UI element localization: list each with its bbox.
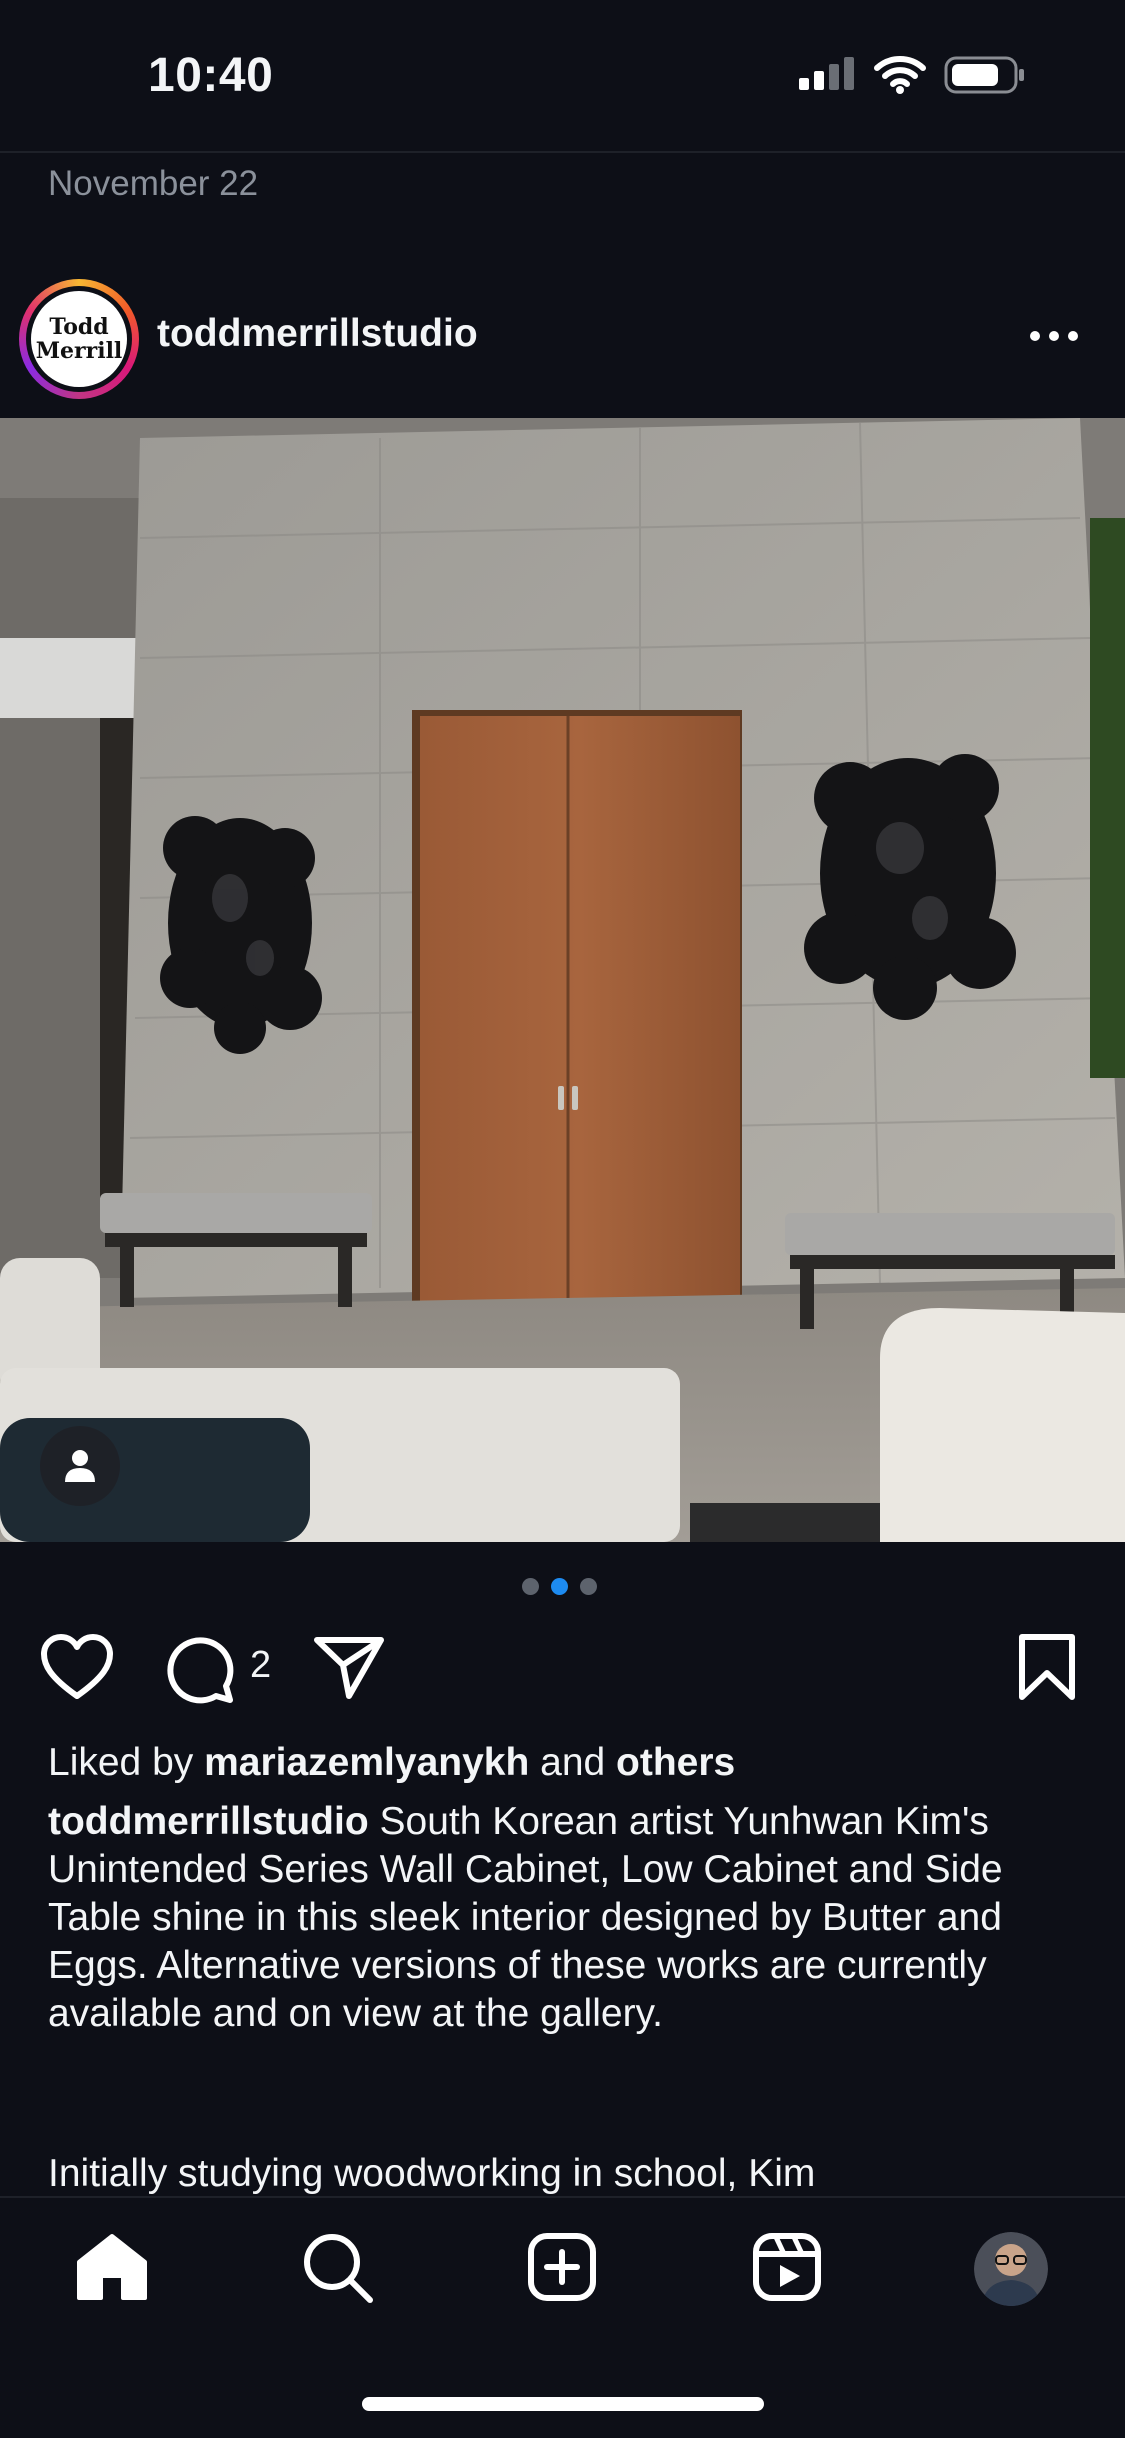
post-caption: toddmerrillstudio South Korean artist Yu… <box>48 1798 1088 2038</box>
more-icon <box>1049 331 1059 341</box>
post-username[interactable]: toddmerrillstudio <box>157 312 478 356</box>
more-icon <box>1068 331 1078 341</box>
more-icon <box>1030 331 1040 341</box>
wifi-icon <box>874 56 926 94</box>
battery-icon <box>944 56 1024 94</box>
profile-avatar[interactable] <box>974 2232 1048 2306</box>
home-indicator <box>362 2397 764 2411</box>
carousel-indicator <box>522 1578 597 1595</box>
tagged-users-button[interactable] <box>40 1426 120 1506</box>
home-icon[interactable] <box>75 2232 149 2302</box>
header-divider <box>0 151 1125 153</box>
comment-count[interactable]: 2 <box>250 1644 271 1687</box>
search-icon[interactable] <box>302 2232 374 2304</box>
carousel-dot <box>580 1578 597 1595</box>
heart-icon[interactable] <box>40 1633 114 1701</box>
person-icon <box>65 1450 95 1482</box>
caption-username[interactable]: toddmerrillstudio <box>48 1800 369 1843</box>
post-image[interactable] <box>0 418 1125 1542</box>
avatar-logo-text-1: Todd <box>49 314 109 340</box>
feed-date-label: November 22 <box>48 164 259 203</box>
carousel-dot-active <box>551 1578 568 1595</box>
likes-summary[interactable]: Liked by mariazemlyanykh and others <box>48 1741 735 1785</box>
send-icon[interactable] <box>313 1635 385 1701</box>
likes-prefix: Liked by <box>48 1741 205 1784</box>
more-options-button[interactable] <box>1030 322 1086 350</box>
avatar-logo-text-2: Merrill <box>35 338 123 364</box>
signal-icon <box>799 57 854 90</box>
bookmark-icon[interactable] <box>1016 1633 1078 1701</box>
liked-by-user[interactable]: mariazemlyanykh <box>204 1741 529 1784</box>
likes-middle: and <box>529 1741 617 1784</box>
status-time: 10:40 <box>148 49 274 102</box>
carousel-dot <box>522 1578 539 1595</box>
avatar[interactable]: Todd Merrill <box>31 291 127 387</box>
reels-icon[interactable] <box>752 2232 822 2302</box>
plus-square-icon[interactable] <box>527 2232 597 2302</box>
liked-by-others[interactable]: others <box>616 1741 735 1784</box>
comment-icon[interactable] <box>164 1634 236 1704</box>
caption-continuation: Initially studying woodworking in school… <box>48 2152 816 2195</box>
